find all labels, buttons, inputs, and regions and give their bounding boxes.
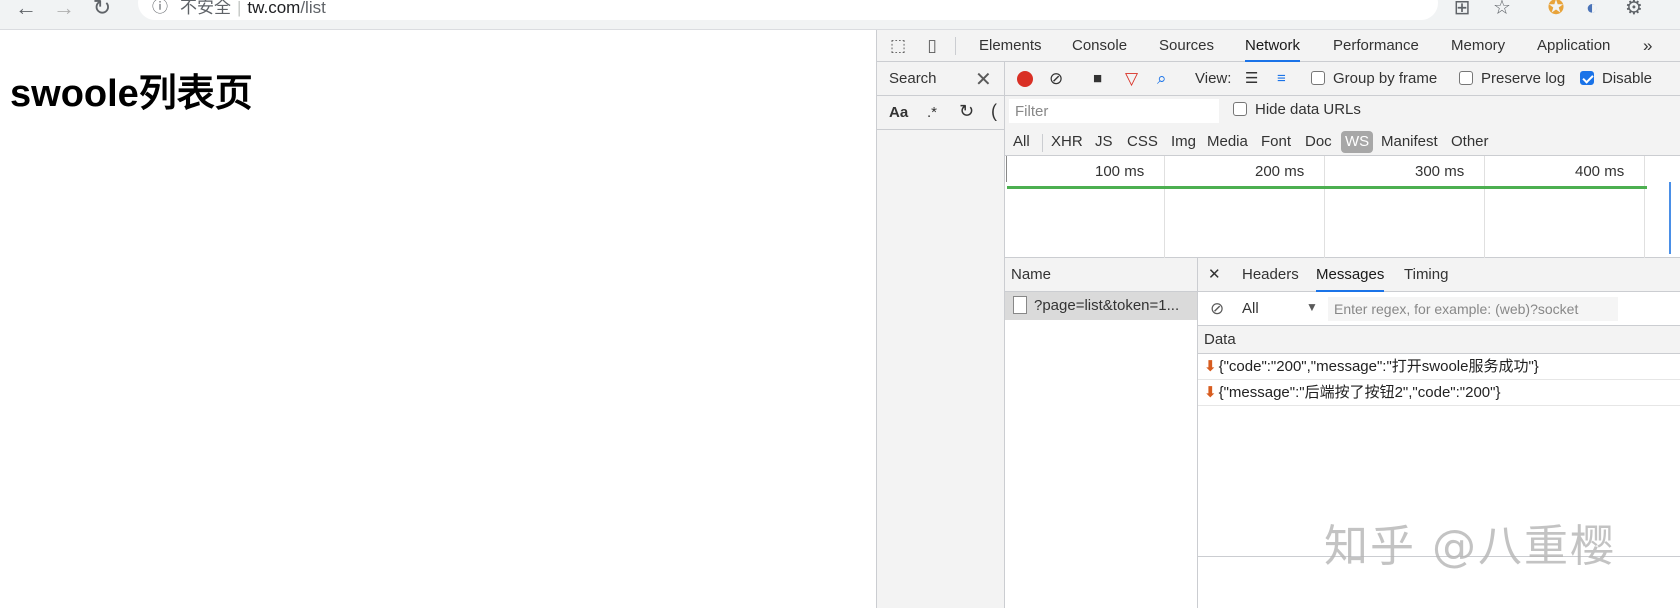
search-drawer: Search ✕ Aa .* ↻ (	[877, 62, 1005, 608]
settings-gear-icon[interactable]: ⚙	[1622, 0, 1646, 20]
url-host: tw.com	[247, 0, 301, 17]
close-detail-icon[interactable]: ✕	[1208, 258, 1221, 292]
tab-console[interactable]: Console	[1072, 30, 1127, 62]
filter-input[interactable]	[1009, 99, 1219, 123]
url-path: /list	[300, 0, 326, 17]
tab-sources[interactable]: Sources	[1159, 30, 1214, 62]
document-icon	[1013, 296, 1027, 314]
tab-headers[interactable]: Headers	[1242, 258, 1299, 292]
timeline-overview[interactable]: 100 ms 200 ms 300 ms 400 ms	[1005, 156, 1680, 258]
match-case-button[interactable]: Aa	[889, 104, 908, 121]
refresh-icon[interactable]: ↻	[959, 101, 974, 122]
chevron-down-icon[interactable]: ▼	[1306, 300, 1318, 314]
extension-icon[interactable]: ✪	[1544, 0, 1568, 20]
back-arrow-icon[interactable]: ←	[14, 0, 38, 20]
tab-performance[interactable]: Performance	[1333, 30, 1419, 62]
security-label: 不安全	[180, 0, 231, 17]
forward-arrow-icon[interactable]: →	[52, 0, 76, 20]
type-font[interactable]: Font	[1259, 131, 1293, 153]
watermark: 知乎 @八重樱	[1324, 521, 1616, 572]
devtools-tabbar: ⬚ ▯ Elements Console Sources Network Per…	[877, 30, 1680, 62]
message-row[interactable]: ⬇ {"code":"200","message":"打开swoole服务成功"}	[1198, 354, 1680, 380]
tab-memory[interactable]: Memory	[1451, 30, 1505, 62]
timeline-tick: 400 ms	[1575, 163, 1625, 180]
clear-messages-icon[interactable]: ⊘	[1210, 299, 1224, 319]
more-tabs-icon[interactable]: »	[1643, 30, 1652, 62]
search-icon[interactable]: ⌕	[1157, 69, 1167, 89]
record-icon[interactable]	[1017, 71, 1033, 87]
tab-timing[interactable]: Timing	[1404, 258, 1448, 292]
inspect-element-icon[interactable]: ⬚	[887, 36, 909, 56]
type-doc[interactable]: Doc	[1303, 131, 1334, 153]
tab-elements[interactable]: Elements	[979, 30, 1042, 62]
profile-extension-icon[interactable]: ◐	[1580, 0, 1604, 20]
message-filter-bar: ⊘ All ▼	[1198, 292, 1680, 326]
clear-log-icon[interactable]: ⊘	[1049, 69, 1063, 89]
browser-toolbar: ← → ↻ ⓘ 不安全 | tw.com/list ⊞ ☆ ✪ ◐ ⚙	[0, 0, 1680, 30]
type-css[interactable]: CSS	[1125, 131, 1160, 153]
tab-messages[interactable]: Messages	[1316, 258, 1385, 292]
type-ws[interactable]: WS	[1341, 131, 1374, 153]
info-icon[interactable]: ⓘ	[152, 0, 168, 18]
waterfall-icon[interactable]: ≡	[1277, 69, 1286, 89]
timeline-tick: 300 ms	[1415, 163, 1465, 180]
incoming-arrow-icon: ⬇	[1204, 358, 1217, 375]
request-list: Name ?page=list&token=1...	[1005, 258, 1198, 608]
resource-type-filters: All XHR JS CSS Img Media Font Doc WS Man…	[1005, 126, 1680, 156]
preserve-log-checkbox[interactable]: Preserve log	[1459, 69, 1565, 89]
type-xhr[interactable]: XHR	[1049, 131, 1085, 153]
device-toolbar-icon[interactable]: ▯	[921, 36, 943, 56]
page-title: swoole列表页	[10, 73, 253, 115]
name-column-header[interactable]: Name	[1005, 258, 1197, 292]
close-icon[interactable]: ✕	[975, 67, 992, 92]
large-rows-icon[interactable]: ☰	[1245, 69, 1258, 89]
message-row[interactable]: ⬇ {"message":"后端按了按钮2","code":"200"}	[1198, 380, 1680, 406]
type-js[interactable]: JS	[1093, 131, 1115, 153]
tab-network[interactable]: Network	[1245, 30, 1301, 62]
type-img[interactable]: Img	[1169, 131, 1198, 153]
reload-icon[interactable]: ↻	[90, 0, 114, 20]
regex-button[interactable]: .*	[927, 104, 937, 121]
type-manifest[interactable]: Manifest	[1379, 131, 1440, 153]
tab-application[interactable]: Application	[1537, 30, 1610, 62]
incoming-arrow-icon: ⬇	[1204, 384, 1217, 401]
timeline-bar	[1007, 186, 1647, 189]
star-icon[interactable]: ☆	[1490, 0, 1514, 20]
filter-row: Hide data URLs	[1005, 96, 1680, 126]
message-regex-input[interactable]	[1328, 297, 1618, 321]
translate-icon[interactable]: ⊞	[1450, 0, 1474, 20]
data-column-header: Data	[1198, 326, 1680, 354]
disable-cache-checkbox[interactable]: Disable	[1580, 69, 1652, 89]
type-media[interactable]: Media	[1205, 131, 1250, 153]
filter-icon[interactable]: ▽	[1125, 69, 1138, 89]
type-all[interactable]: All	[1011, 131, 1032, 153]
screenshot-camera-icon[interactable]: ■	[1093, 69, 1102, 89]
type-other[interactable]: Other	[1449, 131, 1491, 153]
address-bar[interactable]: ⓘ 不安全 | tw.com/list	[138, 0, 1438, 20]
dom-content-loaded-marker	[1669, 182, 1671, 254]
search-title: Search	[889, 70, 937, 87]
timeline-tick: 200 ms	[1255, 163, 1305, 180]
timeline-tick: 100 ms	[1095, 163, 1145, 180]
group-by-frame-checkbox[interactable]: Group by frame	[1311, 69, 1437, 89]
view-label: View:	[1195, 70, 1232, 87]
clear-icon[interactable]: (	[991, 101, 997, 122]
url-text[interactable]: 不安全 | tw.com/list	[180, 0, 326, 18]
network-toolbar: ⊘ ■ ▽ ⌕ View: ☰ ≡ Group by frame Preserv…	[1005, 62, 1680, 96]
message-type-select[interactable]: All	[1242, 300, 1259, 317]
hide-data-urls-checkbox[interactable]: Hide data URLs	[1233, 100, 1361, 120]
request-row[interactable]: ?page=list&token=1...	[1005, 292, 1197, 320]
